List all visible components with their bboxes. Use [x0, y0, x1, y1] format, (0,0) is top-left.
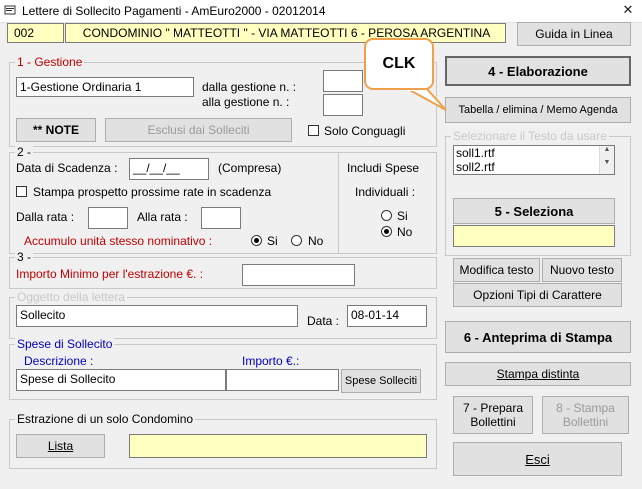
individuali-no-radio[interactable]	[381, 226, 392, 237]
esclusi-solleciti-button[interactable]: Esclusi dai Solleciti	[105, 118, 292, 142]
stampa-prospetto-checkbox[interactable]	[16, 186, 27, 197]
alla-rata-input[interactable]	[201, 207, 241, 229]
section3-label: 3 -	[15, 250, 34, 264]
includi-spese-label: Includi Spese	[347, 161, 420, 175]
compresa-label: (Compresa)	[218, 161, 282, 175]
lista-button-label: Lista	[47, 439, 74, 453]
gestione-group-label: 1 - Gestione	[15, 55, 85, 69]
listbox-scrollbar[interactable]: ▲ ▼	[599, 146, 614, 174]
accumulo-label: Accumulo unità stesso nominativo :	[24, 234, 213, 248]
importo-minimo-input[interactable]	[242, 264, 355, 286]
condo-code-field: 002	[7, 23, 64, 43]
stampa-distinta-label: Stampa distinta	[496, 367, 580, 381]
oggetto-input[interactable]: Sollecito	[16, 305, 298, 327]
accumulo-no-label: No	[308, 234, 324, 248]
callout-pointer	[405, 88, 447, 111]
descrizione-spese-input[interactable]: Spese di Sollecito	[16, 369, 226, 391]
alla-gestione-input[interactable]	[323, 94, 363, 116]
dalla-rata-label: Dalla rata :	[16, 210, 75, 224]
title-bar: Lettere di Sollecito Pagamenti - AmEuro2…	[0, 0, 642, 23]
section2-divider	[338, 153, 339, 253]
click-callout: CLK	[364, 38, 434, 90]
accumulo-no-radio[interactable]	[291, 235, 302, 246]
stampa-prospetto-label: Stampa prospetto prossime rate in scaden…	[33, 185, 272, 199]
spese-solleciti-button[interactable]: Spese Solleciti	[341, 369, 421, 393]
data-scadenza-input[interactable]: __/__/__	[129, 158, 209, 180]
dalla-gestione-input[interactable]	[323, 70, 363, 92]
testo-item[interactable]: soll2.rtf	[454, 160, 614, 174]
individuali-si-radio[interactable]	[381, 210, 392, 221]
app-icon	[4, 5, 16, 15]
testi-listbox[interactable]: soll1.rtf soll2.rtf ▲ ▼	[453, 145, 615, 175]
prepara-bollettini-line2: Bollettini	[470, 415, 516, 429]
elaborazione-button-label: 4 - Elaborazione	[488, 63, 588, 79]
section2-label: 2 -	[15, 145, 34, 159]
prepara-bollettini-line1: 7 - Prepara	[462, 401, 524, 415]
tabella-memo-button[interactable]: Tabella / elimina / Memo Agenda	[445, 97, 631, 123]
nuovo-testo-button[interactable]: Nuovo testo	[542, 258, 622, 282]
individuali-no-label: No	[397, 225, 413, 239]
alla-gestione-label: alla gestione n. :	[202, 95, 290, 109]
stampa-bollettini-button[interactable]: 8 - Stampa Bollettini	[542, 396, 629, 434]
dalla-rata-input[interactable]	[88, 207, 128, 229]
seleziona-button[interactable]: 5 - Seleziona	[453, 198, 615, 224]
anteprima-stampa-button[interactable]: 6 - Anteprima di Stampa	[445, 321, 631, 353]
individuali-si-label: Si	[397, 209, 408, 223]
esci-button[interactable]: Esci	[453, 442, 622, 476]
data-lettera-input[interactable]: 08-01-14	[347, 305, 427, 327]
stampa-distinta-button[interactable]: Stampa distinta	[445, 362, 631, 386]
alla-rata-label: Alla rata :	[137, 210, 188, 224]
seleziona-testo-label: Selezionare il Testo da usare	[451, 129, 609, 143]
testo-item[interactable]: soll1.rtf	[454, 146, 614, 160]
solo-conguagli-label: Solo Conguagli	[324, 124, 406, 138]
solo-conguagli-checkbox[interactable]	[308, 125, 319, 136]
testo-selezionato-field	[453, 225, 615, 247]
stampa-bollettini-line1: 8 - Stampa	[556, 401, 615, 415]
data-scadenza-label: Data di Scadenza :	[16, 161, 118, 175]
condomino-display	[129, 434, 427, 458]
importo-spese-input[interactable]	[226, 369, 339, 391]
importo-minimo-label: Importo Minimo per l'estrazione €. :	[16, 267, 204, 281]
scroll-up-icon[interactable]: ▲	[600, 146, 614, 153]
help-button[interactable]: Guida in Linea	[517, 22, 631, 46]
scroll-down-icon[interactable]: ▼	[600, 159, 614, 166]
dalla-gestione-label: dalla gestione n. :	[202, 80, 297, 94]
modifica-testo-button[interactable]: Modifica testo	[453, 258, 540, 282]
importo-spese-label: Importo €.:	[242, 354, 300, 368]
opzioni-carattere-button[interactable]: Opzioni Tipi di Carattere	[453, 283, 622, 307]
lista-button[interactable]: Lista	[16, 434, 105, 458]
individuali-label: Individuali :	[355, 185, 416, 199]
note-button[interactable]: ** NOTE	[16, 118, 96, 142]
esci-label: Esci	[525, 451, 550, 467]
main-window: Lettere di Sollecito Pagamenti - AmEuro2…	[0, 0, 642, 489]
accumulo-si-radio[interactable]	[251, 235, 262, 246]
close-icon[interactable]: ✕	[620, 2, 636, 18]
spese-group-label: Spese di Sollecito	[15, 337, 115, 351]
elaborazione-button[interactable]: 4 - Elaborazione	[445, 56, 631, 86]
descrizione-label: Descrizione :	[24, 354, 94, 368]
condo-name-field: CONDOMINIO " MATTEOTTI " - VIA MATTEOTTI…	[65, 23, 506, 43]
gestione-select[interactable]: 1-Gestione Ordinaria 1	[16, 77, 194, 97]
oggetto-label: Oggetto della lettera	[15, 290, 128, 304]
prepara-bollettini-button[interactable]: 7 - Prepara Bollettini	[453, 396, 533, 434]
data-lettera-label: Data :	[307, 314, 340, 328]
window-title: Lettere di Sollecito Pagamenti - AmEuro2…	[22, 4, 326, 18]
stampa-bollettini-line2: Bollettini	[562, 415, 609, 429]
accumulo-si-label: Si	[267, 234, 278, 248]
estrazione-group-label: Estrazione di un solo Condomino	[15, 412, 196, 426]
